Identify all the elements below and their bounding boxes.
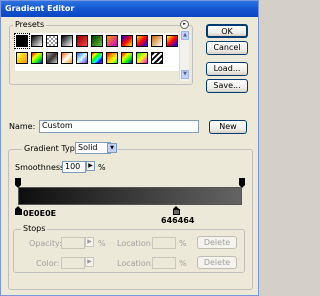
gradient-type-select[interactable]: Solid — [75, 142, 111, 154]
title-bar: Gradient Editor — [1, 1, 258, 17]
preset-swatch[interactable] — [121, 52, 133, 64]
scroll-up-icon[interactable]: ▲ — [181, 31, 189, 40]
right-color-hex: 646464 — [161, 216, 195, 225]
name-label: Name: — [9, 122, 36, 131]
preset-swatch[interactable] — [76, 35, 88, 47]
opacity-location-unit: % — [179, 239, 187, 248]
preset-swatch[interactable] — [16, 52, 28, 64]
presets-menu-icon[interactable]: ▸ — [180, 20, 189, 29]
color-location-unit: % — [179, 259, 187, 268]
delete-color-stop-button[interactable]: Delete — [197, 256, 237, 269]
right-opacity-stop[interactable] — [239, 178, 245, 188]
right-color-stop[interactable] — [173, 206, 180, 215]
preset-swatch[interactable] — [91, 52, 103, 64]
preset-swatch[interactable] — [46, 35, 58, 47]
opacity-arrow-icon[interactable]: ▶ — [85, 237, 94, 247]
smoothness-input[interactable]: 100 — [62, 161, 86, 173]
preset-swatch[interactable] — [91, 35, 103, 47]
preset-swatch[interactable] — [151, 52, 163, 64]
opacity-unit: % — [98, 239, 106, 248]
load-button[interactable]: Load... — [206, 62, 248, 76]
presets-swatch-grid — [14, 33, 189, 71]
gradient-editor-window: Gradient Editor Presets ▸ ▲ ▼ OK Cancel … — [0, 0, 259, 296]
name-input[interactable]: Custom — [39, 120, 199, 133]
gradient-preview-bar[interactable] — [18, 187, 242, 205]
smoothness-unit: % — [98, 163, 106, 172]
ok-button[interactable]: OK — [206, 24, 248, 38]
color-label: Color: — [36, 259, 60, 268]
left-opacity-stop[interactable] — [15, 178, 21, 188]
opacity-label: Opacity: — [29, 239, 62, 248]
opacity-location-input[interactable] — [152, 237, 176, 249]
opacity-input[interactable] — [61, 237, 85, 249]
left-color-stop[interactable] — [15, 206, 22, 215]
smoothness-label: Smoothness: — [15, 163, 67, 172]
opacity-location-label: Location: — [117, 239, 154, 248]
color-arrow-icon[interactable]: ▶ — [85, 257, 94, 267]
preset-swatch[interactable] — [46, 52, 58, 64]
left-color-hex: 0E0E0E — [23, 209, 57, 218]
preset-swatch[interactable] — [61, 35, 73, 47]
preset-swatch[interactable] — [106, 35, 118, 47]
new-button[interactable]: New — [209, 120, 247, 134]
delete-opacity-stop-button[interactable]: Delete — [197, 236, 237, 249]
cancel-button[interactable]: Cancel — [206, 41, 248, 55]
preset-swatch[interactable] — [121, 35, 133, 47]
presets-label: Presets — [13, 20, 47, 30]
preset-swatch[interactable] — [136, 52, 148, 64]
chevron-down-icon[interactable]: ▼ — [107, 143, 117, 153]
preset-swatch[interactable] — [14, 33, 30, 49]
color-location-input[interactable] — [152, 257, 176, 269]
preset-swatch[interactable] — [76, 52, 88, 64]
presets-scrollbar[interactable]: ▲ ▼ — [179, 30, 189, 81]
color-location-label: Location: — [117, 259, 154, 268]
preset-swatch[interactable] — [136, 35, 148, 47]
preset-swatch[interactable] — [106, 52, 118, 64]
color-swatch-input[interactable] — [61, 257, 85, 269]
preset-swatch[interactable] — [31, 52, 43, 64]
scroll-down-icon[interactable]: ▼ — [181, 70, 189, 79]
preset-swatch[interactable] — [31, 35, 43, 47]
stops-label: Stops — [21, 224, 48, 234]
save-button[interactable]: Save... — [206, 79, 248, 93]
preset-swatch[interactable] — [151, 35, 163, 47]
smoothness-arrow-icon[interactable]: ▶ — [86, 161, 95, 171]
preset-swatch[interactable] — [166, 35, 178, 47]
preset-swatch[interactable] — [61, 52, 73, 64]
